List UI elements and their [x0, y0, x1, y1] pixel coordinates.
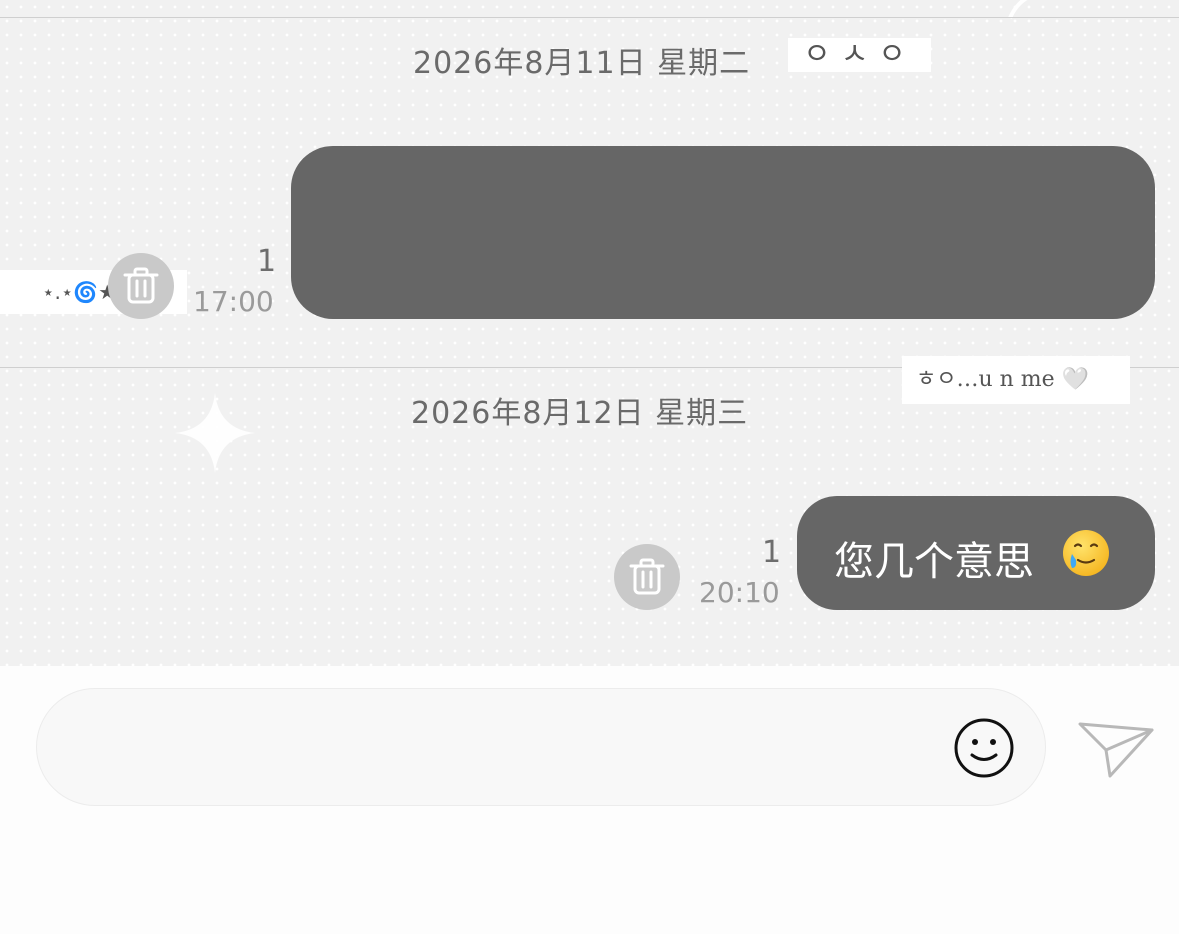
smiley-icon[interactable] — [953, 717, 1015, 779]
delete-message-button[interactable] — [108, 253, 174, 319]
date-separator-day2: 2026年8月12日 星期三 — [411, 396, 749, 431]
outgoing-message-bubble-redacted[interactable] — [291, 146, 1155, 319]
day-divider — [0, 17, 1179, 18]
sticker-text-day1: ㅇㅅㅇ — [788, 38, 931, 72]
message-time: 17:00 — [193, 285, 274, 318]
outgoing-message-bubble[interactable]: 您几个意思 — [797, 496, 1155, 610]
chat-area[interactable]: 2026年8月11日 星期二 ㅇㅅㅇ 1 17:00 ⋆.⋆🌀★ 2026年8月… — [0, 0, 1179, 666]
paper-plane-send-icon[interactable] — [1076, 716, 1156, 782]
face-holding-back-tears-icon — [1063, 530, 1109, 576]
unread-count: 1 — [257, 244, 277, 279]
trash-icon — [123, 267, 159, 304]
sparkle-decoration-icon — [175, 393, 255, 473]
message-text: 您几个意思 — [834, 539, 1034, 585]
date-separator-day1: 2026年8月11日 星期二 — [413, 46, 751, 81]
delete-message-button[interactable] — [614, 544, 680, 610]
sticker-text-day2: ㅎㅇ…u n me 🤍 — [902, 356, 1130, 404]
unread-count: 1 — [762, 535, 782, 570]
message-input[interactable] — [36, 688, 1046, 806]
trash-icon — [629, 558, 665, 595]
message-time: 20:10 — [699, 576, 780, 609]
